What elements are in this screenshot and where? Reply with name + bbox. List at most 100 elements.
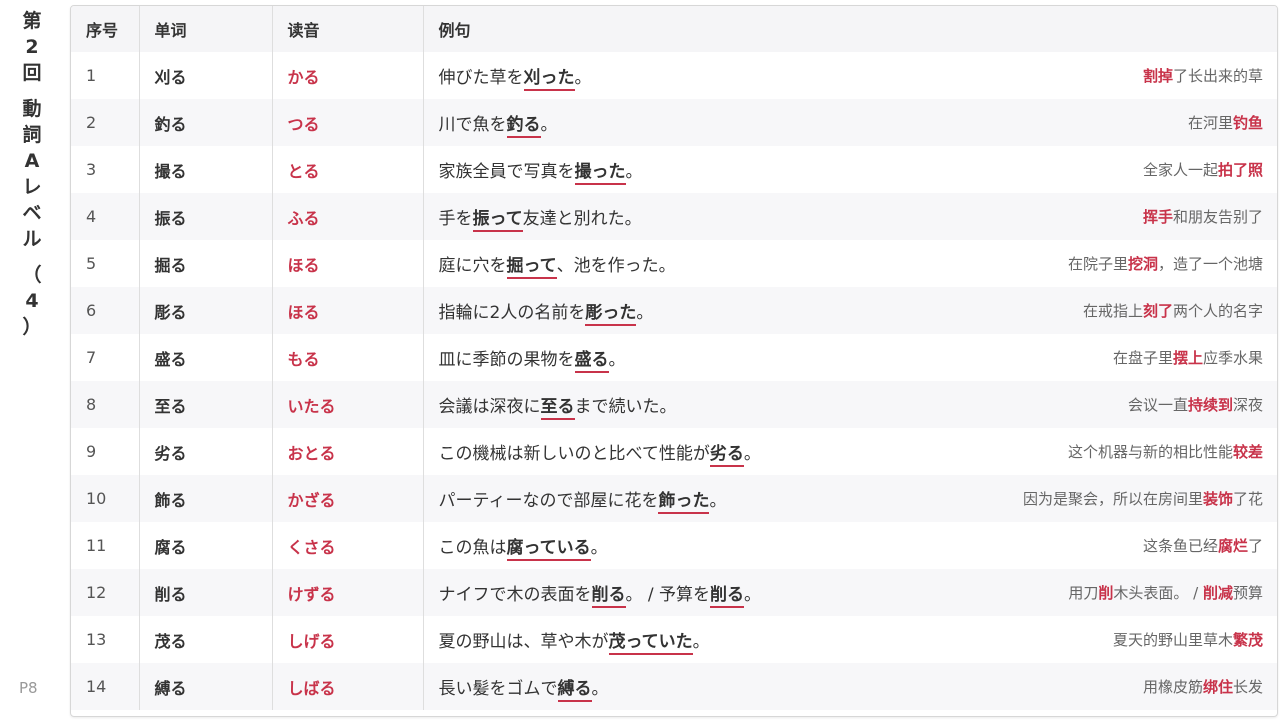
example-wrap: パーティーなので部屋に花を飾った。 因为是聚会，所以在房间里装饰了花 xyxy=(439,486,1263,514)
row-example: 伸びた草を刈った。 割掉了长出来的草 xyxy=(423,52,1277,99)
row-word: 撮る xyxy=(139,146,273,193)
sentence-text: この魚は xyxy=(438,538,507,558)
title-char: ） xyxy=(22,316,42,338)
row-reading: しばる xyxy=(272,663,424,710)
table-row: 11 腐る くさる この魚は腐っている。 这条鱼已经腐烂了 xyxy=(71,522,1277,569)
header-word: 单词 xyxy=(139,6,273,52)
row-example: パーティーなので部屋に花を飾った。 因为是聚会，所以在房间里装饰了花 xyxy=(423,475,1277,522)
page-number: P8 xyxy=(19,679,38,697)
row-number: 3 xyxy=(71,146,140,193)
sentence-text: 、池を作った。 xyxy=(556,256,676,276)
row-reading: しげる xyxy=(272,616,424,663)
example-japanese: 会議は深夜に至るまで続いた。 xyxy=(438,392,677,420)
row-number: 12 xyxy=(71,569,140,616)
highlighted-verb: 縛る xyxy=(557,679,592,702)
table-header-row: 序号 单词 读音 例句 xyxy=(71,6,1277,52)
translation-text: 在河里 xyxy=(1187,114,1233,132)
example-japanese: パーティーなので部屋に花を飾った。 xyxy=(439,486,727,514)
row-word: 腐る xyxy=(139,522,273,569)
highlighted-verb: 茂っていた xyxy=(608,632,693,655)
example-chinese: 因为是聚会，所以在房间里装饰了花 xyxy=(1023,488,1263,509)
translation-text: 了花 xyxy=(1232,490,1263,508)
row-reading: ほる xyxy=(272,240,424,287)
table-body: 1 刈る かる 伸びた草を刈った。 割掉了长出来的草 2 釣る つる 川で魚を釣る。 在河里钓鱼 3… xyxy=(71,52,1277,710)
sentence-text: 。 xyxy=(709,491,727,511)
sentence-text: 。 xyxy=(540,115,558,135)
row-number: 2 xyxy=(71,99,140,146)
table-row: 2 釣る つる 川で魚を釣る。 在河里钓鱼 xyxy=(71,99,1277,146)
highlighted-verb: 撮った xyxy=(574,162,626,185)
translation-text: 用橡皮筋 xyxy=(1142,678,1203,696)
example-japanese: ナイフで木の表面を削る。 / 予算を削る。 xyxy=(439,580,762,608)
translation-text: 因为是聚会，所以在房间里 xyxy=(1022,490,1203,508)
row-reading: ふる xyxy=(272,193,424,240)
example-chinese: 这条鱼已经腐烂了 xyxy=(1143,535,1263,556)
row-example: 家族全員で写真を撮った。 全家人一起拍了照 xyxy=(423,146,1277,193)
example-chinese: 在戒指上刻了两个人的名字 xyxy=(1083,300,1263,321)
sentence-text: 指輪に2人の名前を xyxy=(438,303,586,323)
row-reading: もる xyxy=(272,334,424,381)
highlighted-translation: 持续到 xyxy=(1187,396,1233,414)
highlighted-verb: 釣る xyxy=(506,115,541,138)
title-char: 第 xyxy=(22,10,42,32)
sentence-text: まで続いた。 xyxy=(574,397,677,417)
row-word: 掘る xyxy=(139,240,273,287)
row-number: 5 xyxy=(71,240,140,287)
example-wrap: 皿に季節の果物を盛る。 在盘子里摆上应季水果 xyxy=(439,345,1263,373)
sentence-text: 。 xyxy=(744,585,762,605)
row-word: 盛る xyxy=(139,334,273,381)
translation-text: 夏天的野山里草木 xyxy=(1112,631,1233,649)
translation-text: 在院子里 xyxy=(1067,255,1128,273)
sentence-text: 。 xyxy=(743,444,761,464)
row-number: 10 xyxy=(71,475,140,522)
sentence-text: 。 / 予算を xyxy=(625,585,711,605)
row-word: 振る xyxy=(139,193,273,240)
sentence-text: 。 xyxy=(636,303,654,323)
translation-text: 应季水果 xyxy=(1202,349,1263,367)
example-chinese: 会议一直持续到深夜 xyxy=(1128,394,1263,415)
example-japanese: この魚は腐っている。 xyxy=(438,533,608,561)
header-reading: 读音 xyxy=(272,6,424,52)
translation-text: 在盘子里 xyxy=(1112,349,1173,367)
row-reading: かる xyxy=(272,52,424,99)
example-japanese: 川で魚を釣る。 xyxy=(439,110,558,138)
example-japanese: 庭に穴を掘って、池を作った。 xyxy=(439,251,676,279)
translation-text: 预算 xyxy=(1232,584,1263,602)
row-reading: とる xyxy=(272,146,424,193)
table-row: 7 盛る もる 皿に季節の果物を盛る。 在盘子里摆上应季水果 xyxy=(71,334,1277,381)
highlighted-verb: 劣る xyxy=(709,444,744,467)
example-chinese: 在河里钓鱼 xyxy=(1188,112,1263,133)
example-wrap: 手を振って友達と別れた。 挥手和朋友告别了 xyxy=(439,204,1263,232)
row-reading: かざる xyxy=(272,475,424,522)
example-chinese: 夏天的野山里草木繁茂 xyxy=(1113,629,1263,650)
highlighted-verb: 盛る xyxy=(574,350,609,373)
row-word: 至る xyxy=(139,381,273,428)
table-row: 13 茂る しげる 夏の野山は、草や木が茂っていた。 夏天的野山里草木繁茂 xyxy=(71,616,1277,663)
title-char: ベ xyxy=(22,202,42,224)
row-reading: くさる xyxy=(272,522,424,569)
highlighted-translation: 摆上 xyxy=(1172,349,1203,367)
row-example: 指輪に2人の名前を彫った。 在戒指上刻了两个人的名字 xyxy=(423,287,1277,334)
highlighted-translation: 割掉 xyxy=(1142,67,1173,85)
highlighted-translation: 绑住 xyxy=(1202,678,1233,696)
row-reading: つる xyxy=(272,99,424,146)
table-row: 5 掘る ほる 庭に穴を掘って、池を作った。 在院子里挖洞，造了一个池塘 xyxy=(71,240,1277,287)
sentence-text: 会議は深夜に xyxy=(438,397,541,417)
title-char: A xyxy=(24,150,40,172)
row-reading: けずる xyxy=(272,569,424,616)
row-word: 茂る xyxy=(139,616,273,663)
example-wrap: 伸びた草を刈った。 割掉了长出来的草 xyxy=(439,63,1263,91)
translation-text: 用刀 xyxy=(1068,584,1099,602)
translation-text: 长发 xyxy=(1232,678,1263,696)
highlighted-translation: 拍了照 xyxy=(1217,161,1263,179)
table-row: 1 刈る かる 伸びた草を刈った。 割掉了长出来的草 xyxy=(71,52,1277,99)
row-example: 川で魚を釣る。 在河里钓鱼 xyxy=(423,99,1277,146)
example-wrap: 家族全員で写真を撮った。 全家人一起拍了照 xyxy=(439,157,1263,185)
table-row: 14 縛る しばる 長い髪をゴムで縛る。 用橡皮筋绑住长发 xyxy=(71,663,1277,710)
row-example: 皿に季節の果物を盛る。 在盘子里摆上应季水果 xyxy=(423,334,1277,381)
sentence-text: 。 xyxy=(692,632,710,652)
example-wrap: 長い髪をゴムで縛る。 用橡皮筋绑住长发 xyxy=(439,674,1263,702)
example-wrap: ナイフで木の表面を削る。 / 予算を削る。 用刀削木头表面。 / 削减预算 xyxy=(439,580,1263,608)
example-chinese: 在院子里挖洞，造了一个池塘 xyxy=(1068,253,1263,274)
highlighted-verb: 刈った xyxy=(523,68,575,91)
